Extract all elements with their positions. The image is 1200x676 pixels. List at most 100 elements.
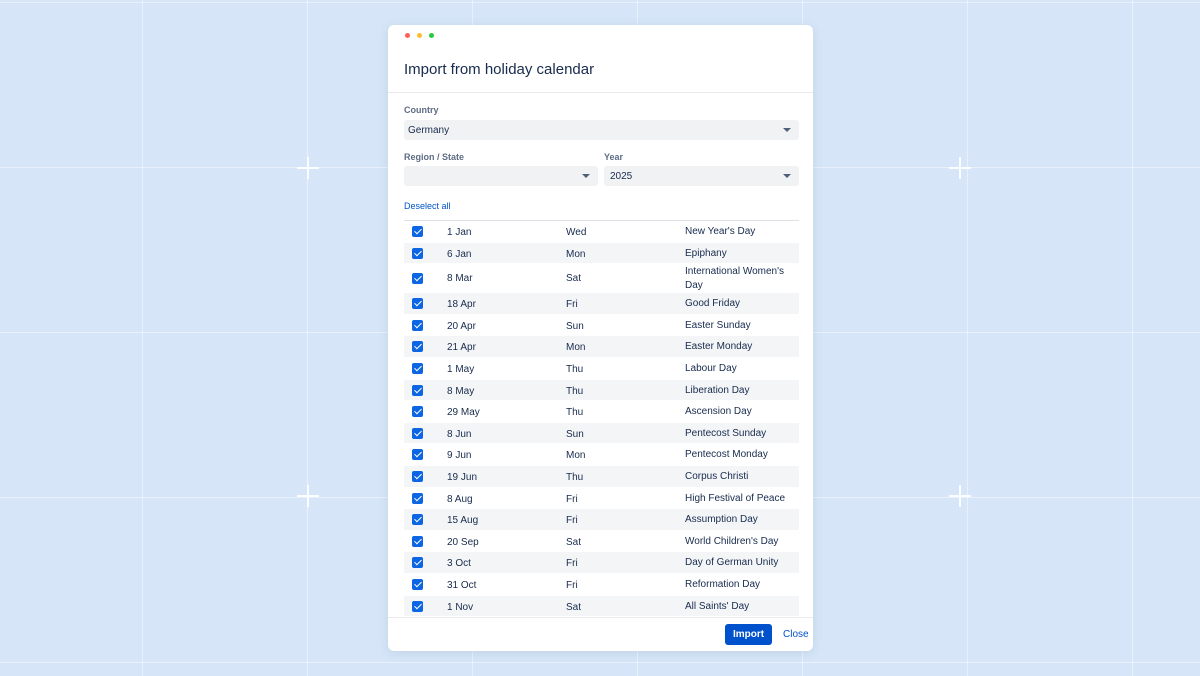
table-row[interactable]: 8 Aug Fri High Festival of Peace [404,488,799,510]
year-label: Year [604,152,624,162]
holiday-date: 8 Aug [447,493,473,505]
country-label: Country [404,105,439,115]
holiday-name: Reformation Day [685,578,761,590]
holiday-name: New Year's Day [685,226,756,237]
table-row[interactable]: 8 Mar Sat International Women's Day [404,264,799,294]
checkbox-checked-icon[interactable] [412,535,423,547]
holiday-weekday: Fri [566,579,578,591]
holiday-date: 8 May [447,385,475,397]
close-button[interactable]: Close [783,629,809,640]
holiday-list: 1 Jan Wed New Year's Day 6 Jan Mon Epiphany 8 … [404,220,799,618]
deselect-all-link[interactable]: Deselect all [404,201,451,211]
holiday-name: Ascension Day [685,406,752,418]
holiday-name: Epiphany [685,247,727,259]
background-sparkle-icon [297,485,319,507]
year-select[interactable]: 2025 [604,166,799,186]
holiday-date: 21 Apr [447,342,476,354]
holiday-name: Day of German Unity [685,557,779,569]
holiday-name: Labour Day [685,362,737,374]
holiday-weekday: Thu [566,407,584,419]
table-row[interactable]: 21 Apr Mon Easter Monday [404,336,799,358]
region-label: Region / State [404,152,465,162]
holiday-name: World Children's Day [685,535,779,547]
holiday-date: 15 Aug [447,515,479,527]
table-row[interactable]: 1 Jan Wed New Year's Day [404,221,799,243]
holiday-weekday: Sat [566,536,582,548]
holiday-date: 1 Nov [447,601,474,613]
checkbox-checked-icon[interactable] [412,406,423,418]
background-sparkle-icon [949,485,971,507]
holiday-name: Liberation Day [685,384,750,396]
chevron-down-icon [783,128,791,132]
table-row[interactable]: 19 Jun Thu Corpus Christi [404,465,799,488]
table-row[interactable]: 20 Apr Sun Easter Sunday [404,315,799,337]
holiday-name: Good Friday [685,298,741,310]
minimize-window-icon[interactable] [417,33,422,38]
background-sparkle-icon [297,157,319,179]
table-row[interactable]: 18 Apr Fri Good Friday [404,293,799,315]
checkbox-checked-icon[interactable] [412,578,423,590]
table-row[interactable]: 20 Sep Sat World Children's Day [404,531,799,553]
holiday-weekday: Thu [566,471,584,483]
import-holiday-dialog: Import from holiday calendar Country Ger… [388,25,813,651]
close-window-icon[interactable] [405,33,410,38]
country-select[interactable]: Germany [404,120,799,140]
checkbox-checked-icon[interactable] [412,492,423,504]
checkbox-checked-icon[interactable] [412,341,423,353]
holiday-date: 29 May [447,407,480,419]
holiday-date: 31 Oct [447,579,477,591]
holiday-weekday: Fri [566,493,578,505]
table-row[interactable]: 31 Oct Fri Reformation Day [404,574,799,596]
holiday-weekday: Mon [566,450,586,462]
header-divider [388,92,813,93]
checkbox-checked-icon[interactable] [412,557,423,569]
region-select[interactable] [404,166,598,186]
holiday-date: 18 Apr [447,299,476,311]
checkbox-checked-icon[interactable] [412,362,423,374]
holiday-name: Assumption Day [685,514,758,526]
checkbox-checked-icon[interactable] [412,247,423,259]
import-button[interactable]: Import [725,624,772,645]
checkbox-checked-icon[interactable] [412,384,423,396]
table-row[interactable]: 29 May Thu Ascension Day [404,401,799,423]
table-row[interactable]: 8 May Thu Liberation Day [404,379,799,402]
holiday-name: International Women's Day [685,266,784,292]
checkbox-checked-icon[interactable] [412,449,423,461]
holiday-weekday: Sat [566,601,582,613]
country-select-value: Germany [408,125,450,136]
table-row[interactable]: 8 Jun Sun Pentecost Sunday [404,422,799,445]
checkbox-checked-icon[interactable] [412,470,423,482]
checkbox-checked-icon[interactable] [412,514,423,526]
table-row[interactable]: 3 Oct Fri Day of German Unity [404,552,799,574]
holiday-date: 1 Jan [447,227,472,238]
holiday-weekday: Fri [566,299,578,311]
table-row[interactable]: 1 May Thu Labour Day [404,358,799,380]
holiday-date: 20 Sep [447,536,479,548]
holiday-weekday: Sun [566,428,584,440]
maximize-window-icon[interactable] [429,33,434,38]
checkbox-checked-icon[interactable] [412,273,423,285]
checkbox-checked-icon[interactable] [412,298,423,310]
chevron-down-icon [783,174,791,178]
window-controls [405,33,434,38]
background-sparkle-icon [949,157,971,179]
holiday-date: 3 Oct [447,558,471,570]
footer-divider [388,617,813,618]
holiday-weekday: Wed [566,227,587,238]
holiday-date: 8 Jun [447,428,472,440]
checkbox-checked-icon[interactable] [412,600,423,612]
holiday-weekday: Sun [566,320,584,332]
holiday-name: Corpus Christi [685,470,749,482]
checkbox-checked-icon[interactable] [412,427,423,439]
table-row[interactable]: 6 Jan Mon Epiphany [404,242,799,265]
checkbox-checked-icon[interactable] [412,319,423,331]
table-row[interactable]: 15 Aug Fri Assumption Day [404,509,799,531]
holiday-name: High Festival of Peace [685,492,786,504]
table-row[interactable]: 1 Nov Sat All Saints' Day [404,595,799,618]
holiday-weekday: Fri [566,558,578,570]
holiday-date: 1 May [447,363,475,375]
holiday-name: Pentecost Monday [685,449,768,461]
checkbox-checked-icon[interactable] [412,226,423,237]
holiday-date: 9 Jun [447,450,472,462]
table-row[interactable]: 9 Jun Mon Pentecost Monday [404,444,799,466]
